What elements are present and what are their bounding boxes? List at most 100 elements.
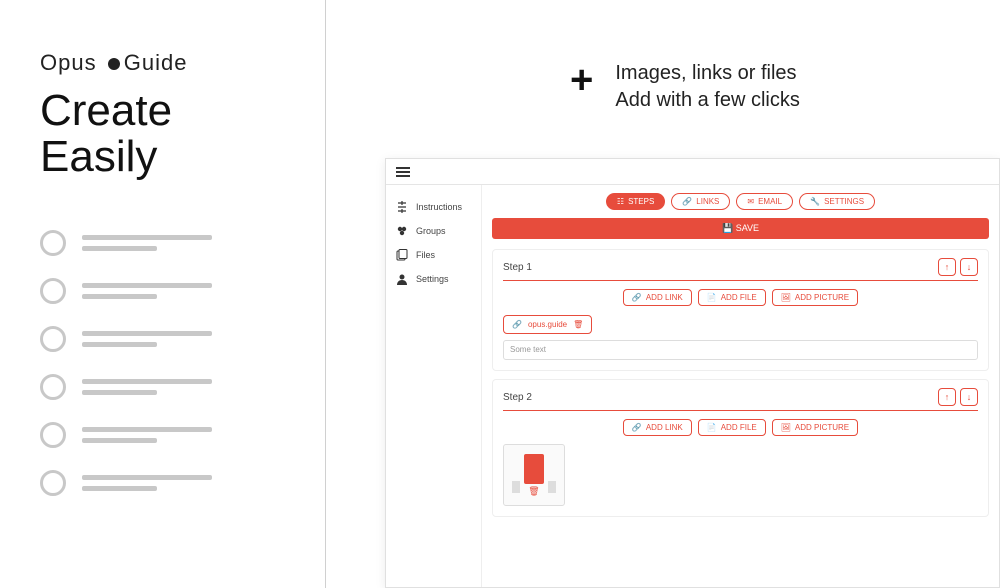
arrow-down-icon: ↓ <box>967 262 972 272</box>
app-sidebar: Instructions Groups Files Settings <box>386 185 482 587</box>
add-picture-button[interactable]: 🖼 ADD PICTURE <box>772 289 858 306</box>
headline: Create Easily <box>40 88 285 180</box>
wrench-icon: 🔧 <box>810 197 820 206</box>
brand-part-a: Opus <box>40 50 97 75</box>
file-icon: 📄 <box>707 293 717 302</box>
steps-icon: ☷ <box>617 197 624 206</box>
menu-icon[interactable] <box>396 167 410 177</box>
tab-label: STEPS <box>628 197 654 206</box>
feature-callout: + Images, links or files Add with a few … <box>570 60 800 114</box>
image-thumbnail[interactable]: 🗑 <box>503 444 565 506</box>
arrow-up-icon: ↑ <box>945 392 950 402</box>
groups-icon <box>396 225 408 237</box>
app-content: ☷ STEPS 🔗 LINKS ✉ EMAIL 🔧 SETTINGS 💾 <box>482 185 999 587</box>
add-picture-button[interactable]: 🖼 ADD PICTURE <box>772 419 858 436</box>
skeleton-circle-icon <box>40 326 66 352</box>
picture-icon: 🖼 <box>781 293 791 302</box>
skeleton-circle-icon <box>40 374 66 400</box>
trash-icon[interactable]: 🗑 <box>528 486 539 497</box>
skeleton-circle-icon <box>40 278 66 304</box>
sidebar-item-groups[interactable]: Groups <box>386 219 481 243</box>
move-down-button[interactable]: ↓ <box>960 388 978 406</box>
btn-label: ADD LINK <box>646 423 683 432</box>
step-title: Step 1 <box>503 262 532 273</box>
chip-label: opus.guide <box>528 320 567 329</box>
skeleton-row <box>40 278 285 304</box>
sidebar-label: Groups <box>416 226 446 236</box>
arrow-down-icon: ↓ <box>967 392 972 402</box>
headline-line-2: Easily <box>40 134 285 180</box>
step-title: Step 2 <box>503 392 532 403</box>
add-file-button[interactable]: 📄 ADD FILE <box>698 419 766 436</box>
btn-label: ADD LINK <box>646 293 683 302</box>
save-icon: 💾 <box>722 223 733 233</box>
arrow-up-icon: ↑ <box>945 262 950 272</box>
tab-label: EMAIL <box>758 197 782 206</box>
thumb-graphic <box>512 481 520 493</box>
brand-part-b: Guide <box>124 50 188 75</box>
skeleton-row <box>40 230 285 256</box>
save-label: SAVE <box>736 223 759 233</box>
btn-label: ADD PICTURE <box>795 423 849 432</box>
headline-line-1: Create <box>40 88 285 134</box>
skeleton-row <box>40 374 285 400</box>
skeleton-row <box>40 470 285 496</box>
vertical-divider <box>325 0 326 588</box>
picture-icon: 🖼 <box>781 423 791 432</box>
sidebar-label: Instructions <box>416 202 462 212</box>
tab-settings[interactable]: 🔧 SETTINGS <box>799 193 875 210</box>
sidebar-label: Settings <box>416 274 449 284</box>
step-text-input[interactable]: Some text <box>503 340 978 360</box>
user-icon <box>396 273 408 285</box>
tab-label: LINKS <box>696 197 719 206</box>
sidebar-item-files[interactable]: Files <box>386 243 481 267</box>
app-window: Instructions Groups Files Settings ☷ STE… <box>385 158 1000 588</box>
step-card-1: Step 1 ↑ ↓ 🔗 ADD LINK 📄 ADD FILE 🖼 ADD PICT… <box>492 249 989 371</box>
sidebar-item-instructions[interactable]: Instructions <box>386 195 481 219</box>
feature-line-1: Images, links or files <box>615 60 800 87</box>
sidebar-item-settings[interactable]: Settings <box>386 267 481 291</box>
skeleton-circle-icon <box>40 470 66 496</box>
link-icon: 🔗 <box>632 293 642 302</box>
save-button[interactable]: 💾 SAVE <box>492 218 989 239</box>
btn-label: ADD FILE <box>721 293 757 302</box>
file-icon: 📄 <box>707 423 717 432</box>
instructions-icon <box>396 201 408 213</box>
brand-dot-icon <box>108 58 120 70</box>
step-card-2: Step 2 ↑ ↓ 🔗ADD LINK 📄 ADD FILE 🖼 ADD PICT… <box>492 379 989 517</box>
skeleton-row <box>40 326 285 352</box>
thumb-graphic <box>524 454 544 484</box>
add-link-button[interactable]: 🔗 ADD LINK <box>623 289 692 306</box>
app-topbar <box>386 159 999 185</box>
link-icon: 🔗 <box>682 197 692 206</box>
add-file-button[interactable]: 📄 ADD FILE <box>698 289 766 306</box>
skeleton-circle-icon <box>40 422 66 448</box>
tab-label: SETTINGS <box>824 197 864 206</box>
move-up-button[interactable]: ↑ <box>938 258 956 276</box>
move-up-button[interactable]: ↑ <box>938 388 956 406</box>
tab-email[interactable]: ✉ EMAIL <box>736 193 793 210</box>
tab-links[interactable]: 🔗 LINKS <box>671 193 730 210</box>
trash-icon[interactable]: 🗑 <box>573 320 583 329</box>
skeleton-list <box>40 230 285 496</box>
move-down-button[interactable]: ↓ <box>960 258 978 276</box>
btn-label: ADD FILE <box>721 423 757 432</box>
sidebar-label: Files <box>416 250 435 260</box>
add-link-button[interactable]: 🔗ADD LINK <box>623 419 692 436</box>
tab-steps[interactable]: ☷ STEPS <box>606 193 665 210</box>
link-chip[interactable]: 🔗 opus.guide 🗑 <box>503 315 592 334</box>
step-divider <box>503 410 978 411</box>
plus-icon: + <box>570 60 593 100</box>
feature-text: Images, links or files Add with a few cl… <box>615 60 800 114</box>
btn-label: ADD PICTURE <box>795 293 849 302</box>
skeleton-row <box>40 422 285 448</box>
step-divider <box>503 280 978 281</box>
skeleton-circle-icon <box>40 230 66 256</box>
feature-line-2: Add with a few clicks <box>615 87 800 114</box>
files-icon <box>396 249 408 261</box>
marketing-panel: Opus Guide Create Easily <box>0 0 325 588</box>
email-icon: ✉ <box>747 197 754 206</box>
link-icon: 🔗 <box>512 320 522 329</box>
thumb-graphic <box>548 481 556 493</box>
tab-row: ☷ STEPS 🔗 LINKS ✉ EMAIL 🔧 SETTINGS <box>492 193 989 210</box>
